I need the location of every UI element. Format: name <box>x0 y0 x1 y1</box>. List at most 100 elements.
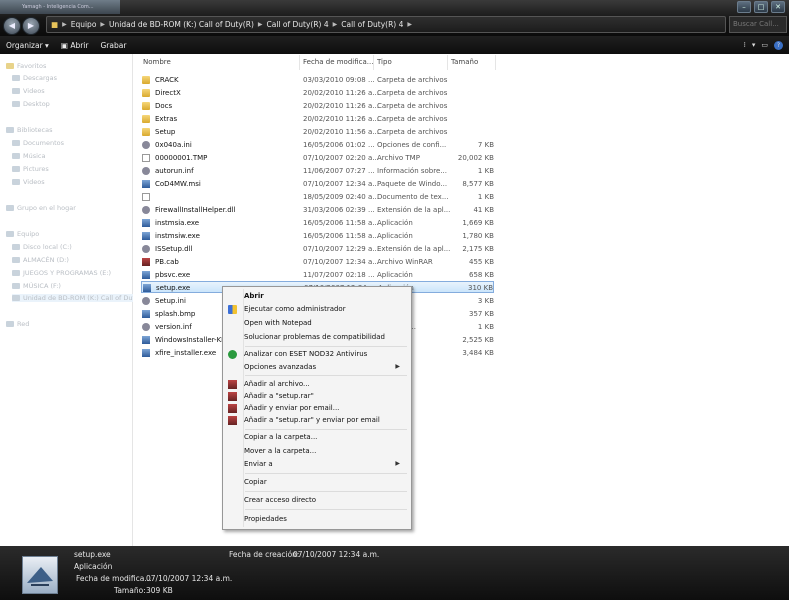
winrar-icon <box>228 392 237 401</box>
list-item[interactable]: ISSetup.dll 07/10/2007 12:29 a... Extensió… <box>141 243 494 255</box>
folder-icon: ■ <box>51 20 59 29</box>
menu-item-open-notepad[interactable]: Open with Notepad <box>244 319 312 327</box>
nav-item[interactable]: Desktop <box>12 100 50 108</box>
menu-item-copy-to-folder[interactable]: Copiar a la carpeta... <box>244 433 317 441</box>
application-icon <box>142 232 150 240</box>
menu-item-copy[interactable]: Copiar <box>244 478 267 486</box>
menu-separator <box>245 346 407 347</box>
menu-item-send-to[interactable]: Enviar a ▶ <box>244 460 408 468</box>
nav-item[interactable]: JUEGOS Y PROGRAMAS (E:) <box>12 269 111 277</box>
drive-icon <box>12 257 20 263</box>
menu-separator <box>245 473 407 474</box>
views-button[interactable]: ⁞ <box>744 41 746 49</box>
background-window-tab[interactable]: Yamagh - Inteligencia Com... <box>0 0 120 14</box>
menu-separator <box>245 491 407 492</box>
search-input[interactable]: Buscar Call... <box>729 16 787 33</box>
nav-item[interactable]: Favoritos <box>6 62 46 70</box>
list-item[interactable]: FirewallInstallHelper.dll 31/03/2006 02:3… <box>141 204 494 216</box>
nav-item[interactable]: Música <box>12 152 45 160</box>
list-item[interactable]: pbsvc.exe 11/07/2007 02:18 ... Aplicación 6… <box>141 269 494 281</box>
list-item[interactable]: 18/05/2009 02:40 a... Documento de tex...… <box>141 191 494 203</box>
folder-icon <box>142 76 150 84</box>
music-icon <box>12 153 20 159</box>
forward-button[interactable]: ▶ <box>22 17 40 35</box>
menu-item-add-setup-rar[interactable]: Añadir a "setup.rar" <box>244 392 314 400</box>
settings-file-icon <box>142 297 150 305</box>
nav-item[interactable]: Equipo <box>6 230 39 238</box>
menu-item-eset-scan[interactable]: Analizar con ESET NOD32 Antivirus <box>244 350 367 358</box>
preview-pane-icon[interactable]: ▭ <box>761 41 768 49</box>
menu-item-add-archive[interactable]: Añadir al archivo... <box>244 380 310 388</box>
list-item[interactable]: Extras 20/02/2010 11:26 a... Carpeta de ar… <box>141 113 494 125</box>
nav-item[interactable]: Videos <box>12 178 45 186</box>
winrar-icon <box>228 416 237 425</box>
pictures-icon <box>12 166 20 172</box>
document-icon <box>142 193 150 201</box>
menu-item-add-email[interactable]: Añadir y enviar por email... <box>244 404 339 412</box>
breadcrumb-item[interactable]: Call of Duty(R) 4 <box>263 20 333 29</box>
nav-item[interactable]: Descargas <box>12 74 57 82</box>
menu-item-properties[interactable]: Propiedades <box>244 515 287 523</box>
menu-item-advanced-options[interactable]: Opciones avanzadas ▶ <box>244 363 408 371</box>
list-item[interactable]: CoD4MW.msi 07/10/2007 12:34 a... Paquete d… <box>141 178 494 190</box>
menu-item-move-to-folder[interactable]: Mover a la carpeta... <box>244 447 316 455</box>
minimize-button[interactable]: – <box>737 1 751 13</box>
nav-item[interactable]: Grupo en el hogar <box>6 204 76 212</box>
list-item[interactable]: DirectX 20/02/2010 11:26 a... Carpeta de a… <box>141 87 494 99</box>
organize-button[interactable]: Organizar ▾ <box>0 41 55 50</box>
column-header-date[interactable]: Fecha de modifica... <box>303 58 373 66</box>
command-bar: Organizar ▾ ▣ Abrir Grabar <box>0 36 789 54</box>
nav-item[interactable]: Pictures <box>12 165 49 173</box>
list-item[interactable]: 00000001.TMP 07/10/2007 02:20 a... Archivo… <box>141 152 494 164</box>
nav-item[interactable]: Disco local (C:) <box>12 243 72 251</box>
window-icon: ▣ <box>60 40 68 50</box>
menu-item-add-setup-rar-email[interactable]: Añadir a "setup.rar" y enviar por email <box>244 416 380 424</box>
address-bar[interactable]: ■ ▶ Equipo ▶ Unidad de BD-ROM (K:) Call … <box>46 16 726 33</box>
menu-item-troubleshoot[interactable]: Solucionar problemas de compatibilidad <box>244 333 385 341</box>
breadcrumb-item[interactable]: Equipo <box>67 20 101 29</box>
list-item[interactable]: Setup 20/02/2010 11:56 a... Carpeta de arc… <box>141 126 494 138</box>
list-item[interactable]: 0x040a.ini 16/05/2006 01:02 ... Opciones d… <box>141 139 494 151</box>
winrar-icon <box>228 380 237 389</box>
folder-icon <box>142 102 150 110</box>
details-pane: setup.exe Aplicación Fecha de modifica..… <box>0 546 789 600</box>
details-modified-value: 07/10/2007 12:34 a.m. <box>146 574 233 583</box>
nav-item[interactable]: Bibliotecas <box>6 126 52 134</box>
menu-item-open[interactable]: Abrir <box>244 292 264 300</box>
list-item[interactable]: CRACK 03/03/2010 09:08 ... Carpeta de arch… <box>141 74 494 86</box>
disc-icon <box>12 295 20 301</box>
nav-item[interactable]: Documentos <box>12 139 64 147</box>
burn-button[interactable]: Grabar <box>94 41 132 50</box>
menu-item-run-as-admin[interactable]: Ejecutar como administrador <box>244 305 346 313</box>
column-header-name[interactable]: Nombre <box>143 58 171 66</box>
nav-item[interactable]: Videos <box>12 87 45 95</box>
nav-item[interactable]: ALMACÉN (D:) <box>12 256 69 264</box>
network-icon <box>6 321 14 327</box>
navigation-pane: Favoritos Descargas Videos Desktop Bibli… <box>0 54 149 546</box>
column-header-type[interactable]: Tipo <box>377 58 392 66</box>
settings-file-icon <box>142 323 150 331</box>
list-item[interactable]: PB.cab 07/10/2007 12:34 a... Archivo WinRA… <box>141 256 494 268</box>
video-icon <box>12 179 20 185</box>
views-dropdown-icon[interactable]: ▾ <box>752 41 756 49</box>
maximize-button[interactable]: □ <box>754 1 768 13</box>
folder-icon <box>142 128 150 136</box>
application-icon <box>143 284 151 292</box>
list-item[interactable]: autorun.inf 11/06/2007 07:27 ... Informaci… <box>141 165 494 177</box>
list-item[interactable]: Docs 20/02/2010 11:26 a... Carpeta de arch… <box>141 100 494 112</box>
video-icon <box>12 88 20 94</box>
column-header-size[interactable]: Tamaño <box>451 58 478 66</box>
list-item[interactable]: instmsiw.exe 16/05/2006 11:58 a... Aplicac… <box>141 230 494 242</box>
help-icon[interactable]: ? <box>774 40 783 50</box>
breadcrumb-item[interactable]: Unidad de BD-ROM (K:) Call of Duty(R) <box>105 20 258 29</box>
back-button[interactable]: ◀ <box>3 17 21 35</box>
nav-item[interactable]: MÚSICA (F:) <box>12 282 61 290</box>
details-filename: setup.exe <box>74 550 111 559</box>
menu-item-create-shortcut[interactable]: Crear acceso directo <box>244 496 316 504</box>
list-item[interactable]: instmsia.exe 16/05/2006 11:58 a... Aplicac… <box>141 217 494 229</box>
breadcrumb-item[interactable]: Call of Duty(R) 4 <box>337 20 407 29</box>
nav-item[interactable]: Red <box>6 320 29 328</box>
close-button[interactable]: ✕ <box>771 1 785 13</box>
nav-item-selected[interactable]: Unidad de BD-ROM (K:) Call of Duty(R) <box>12 294 149 302</box>
open-button[interactable]: ▣ Abrir <box>55 41 95 50</box>
